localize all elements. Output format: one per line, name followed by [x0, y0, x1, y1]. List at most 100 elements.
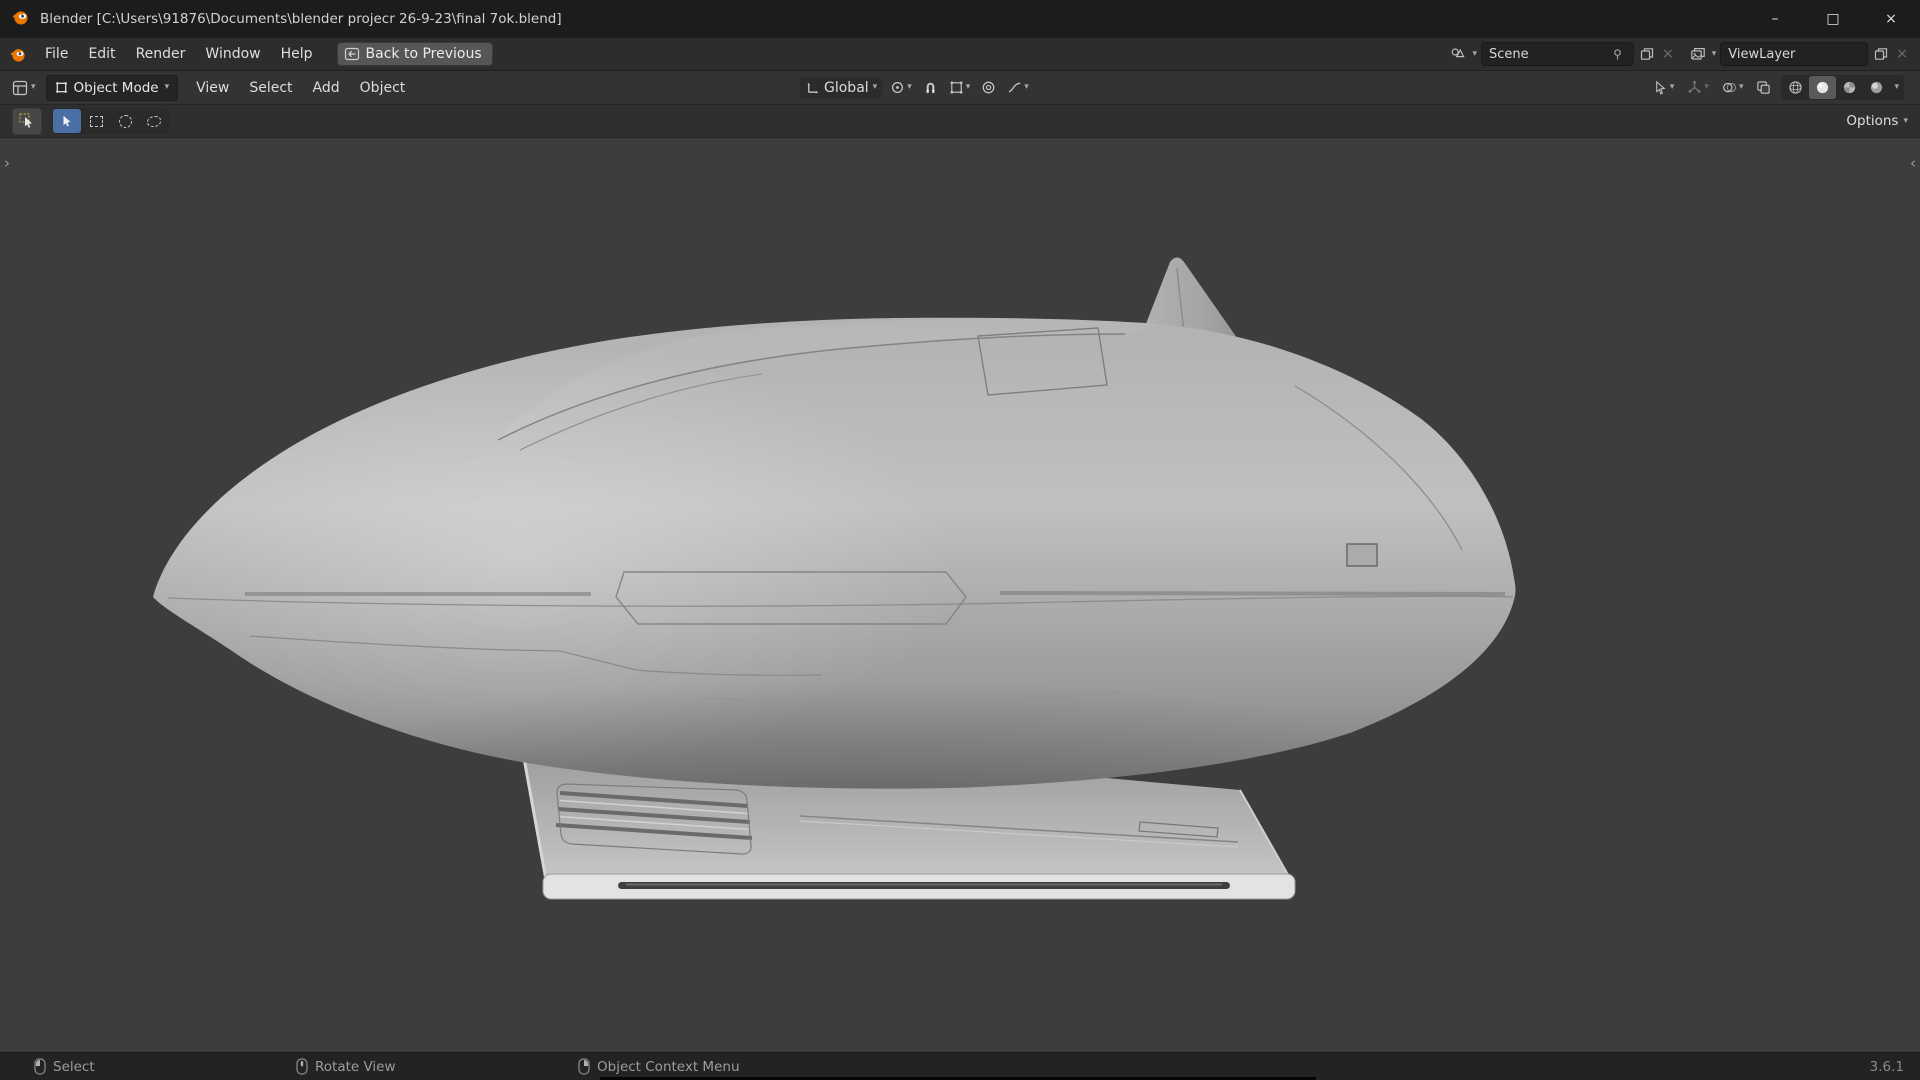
- tweak-select-icon: [63, 115, 71, 127]
- pivot-point-icon: [892, 82, 904, 93]
- close-button[interactable]: ×: [1862, 0, 1920, 38]
- keymap-context-menu-label: Object Context Menu: [597, 1058, 740, 1075]
- box-select-icon: [89, 115, 103, 127]
- editor-type-chevron-icon: ▾: [31, 82, 36, 92]
- scene-name-value: Scene: [1489, 46, 1529, 62]
- menu-view[interactable]: View: [186, 71, 239, 104]
- xray-icon: [1757, 81, 1771, 94]
- viewport-3d[interactable]: › ‹: [0, 138, 1920, 1052]
- options-label: Options: [1846, 113, 1899, 129]
- pin-scene-icon[interactable]: [1609, 46, 1626, 63]
- back-arrow-icon: [344, 47, 359, 61]
- blender-icon: [10, 48, 25, 62]
- active-tool-tweak-button[interactable]: [12, 107, 42, 135]
- snap-chevron-icon: ▾: [965, 82, 971, 92]
- window-title: Blender [C:\Users\91876\Documents\blende…: [40, 11, 562, 27]
- blender-logo-icon: [12, 8, 30, 30]
- keymap-select-label: Select: [53, 1058, 95, 1075]
- overlays-icon: [1723, 82, 1737, 93]
- window-controls: – □ ×: [1746, 0, 1920, 38]
- select-mode-box-button[interactable]: [82, 109, 110, 133]
- cursor-visibility-icon: [1656, 80, 1666, 95]
- scene-name-field[interactable]: Scene: [1481, 42, 1634, 66]
- snap-target-icon: [950, 81, 963, 94]
- 3d-model-spaceship[interactable]: [0, 138, 1920, 1052]
- gizmo-icon: [1689, 80, 1701, 93]
- editor-type-selector[interactable]: ▾: [8, 78, 40, 98]
- rendered-sphere-icon: [1871, 81, 1883, 94]
- maximize-button[interactable]: □: [1804, 0, 1862, 38]
- back-to-previous-label: Back to Previous: [365, 46, 482, 62]
- gizmos-toggle[interactable]: ▾: [1684, 77, 1712, 98]
- mode-selector[interactable]: Object Mode ▾: [45, 74, 179, 101]
- proportional-editing-toggle[interactable]: [978, 77, 999, 98]
- overlays-chevron-icon: ▾: [1738, 82, 1744, 92]
- shading-wireframe-button[interactable]: [1782, 76, 1809, 99]
- menu-object[interactable]: Object: [350, 71, 416, 104]
- menu-render[interactable]: Render: [126, 38, 196, 70]
- menu-file[interactable]: File: [35, 38, 78, 70]
- material-sphere-icon: [1844, 81, 1856, 94]
- keymap-select: Select: [34, 1053, 95, 1080]
- view-layer-name-value: ViewLayer: [1728, 46, 1796, 62]
- circle-select-icon: [118, 114, 132, 128]
- menu-window[interactable]: Window: [195, 38, 270, 70]
- solid-sphere-icon: [1817, 81, 1829, 94]
- object-mode-icon: [55, 82, 67, 93]
- view-layer-name-field[interactable]: ViewLayer: [1720, 42, 1869, 66]
- pivot-chevron-icon: ▾: [907, 82, 912, 92]
- remove-view-layer-icon[interactable]: ×: [1894, 44, 1910, 64]
- unlink-scene-icon[interactable]: ×: [1660, 44, 1676, 64]
- blender-app-menu-button[interactable]: [0, 38, 35, 70]
- overlays-toggle[interactable]: ▾: [1719, 77, 1747, 98]
- select-mode-circle-button[interactable]: [111, 109, 139, 133]
- snap-settings-selector[interactable]: ▾: [946, 77, 974, 98]
- mouse-middle-icon: [296, 1058, 308, 1075]
- orientation-axes-icon: [807, 82, 819, 94]
- viewport-menus: View Select Add Object: [186, 71, 415, 104]
- menu-select[interactable]: Select: [239, 71, 302, 104]
- menu-help[interactable]: Help: [271, 38, 323, 70]
- view-layer-icon: [1688, 44, 1708, 64]
- xray-toggle[interactable]: [1753, 77, 1774, 98]
- new-scene-icon[interactable]: [1638, 45, 1656, 63]
- viewport-header: ▾ Object Mode ▾ View Select Add Object G…: [0, 71, 1920, 105]
- scene-viewlayer-controls: ▾ Scene × ▾ ViewLayer ×: [1448, 42, 1910, 66]
- shading-chevron-icon[interactable]: ▾: [1890, 83, 1903, 92]
- menu-add[interactable]: Add: [303, 71, 350, 104]
- title-bar: Blender [C:\Users\91876\Documents\blende…: [0, 0, 1920, 38]
- pivot-point-selector[interactable]: ▾: [887, 77, 915, 98]
- tweak-tool-icon: [19, 113, 32, 128]
- gizmos-chevron-icon: ▾: [1704, 82, 1709, 92]
- select-mode-tweak-button[interactable]: [53, 109, 81, 133]
- blender-window: Blender [C:\Users\91876\Documents\blende…: [0, 0, 1920, 1080]
- options-button[interactable]: Options ▾: [1846, 113, 1908, 129]
- back-to-previous-button[interactable]: Back to Previous: [336, 42, 493, 66]
- shading-rendered-button[interactable]: [1863, 76, 1890, 99]
- proportional-falloff-selector[interactable]: ▾: [1004, 77, 1032, 98]
- mouse-left-icon: [34, 1058, 46, 1075]
- orientation-value: Global: [824, 79, 869, 96]
- transform-orientation-selector[interactable]: Global ▾: [800, 76, 883, 99]
- wireframe-sphere-icon: [1789, 81, 1803, 94]
- new-view-layer-icon[interactable]: [1872, 45, 1890, 63]
- editor-3d-viewport-icon: [12, 80, 28, 95]
- sidebar-expand-icon[interactable]: ‹: [1910, 154, 1916, 172]
- toolbar-expand-icon[interactable]: ›: [4, 154, 10, 172]
- mode-chevron-icon: ▾: [164, 82, 170, 92]
- snap-magnet-icon: [926, 82, 935, 94]
- selectability-visibility-selector[interactable]: ▾: [1650, 77, 1678, 98]
- shading-solid-button[interactable]: [1809, 76, 1837, 99]
- browse-scene-chevron-icon[interactable]: ▾: [1472, 49, 1477, 59]
- proportional-editing-icon: [982, 81, 995, 94]
- browse-viewlayer-chevron-icon[interactable]: ▾: [1712, 49, 1717, 59]
- viewport-header-right: ▾ ▾ ▾ ▾: [1650, 71, 1904, 104]
- minimize-button[interactable]: –: [1746, 0, 1804, 38]
- mode-value: Object Mode: [73, 79, 159, 96]
- viewport-shading-group: ▾: [1781, 75, 1904, 100]
- menu-edit[interactable]: Edit: [78, 38, 125, 70]
- snap-toggle[interactable]: [920, 77, 941, 98]
- falloff-curve-icon: [1008, 82, 1021, 93]
- shading-material-button[interactable]: [1836, 76, 1863, 99]
- select-mode-lasso-button[interactable]: [140, 109, 168, 133]
